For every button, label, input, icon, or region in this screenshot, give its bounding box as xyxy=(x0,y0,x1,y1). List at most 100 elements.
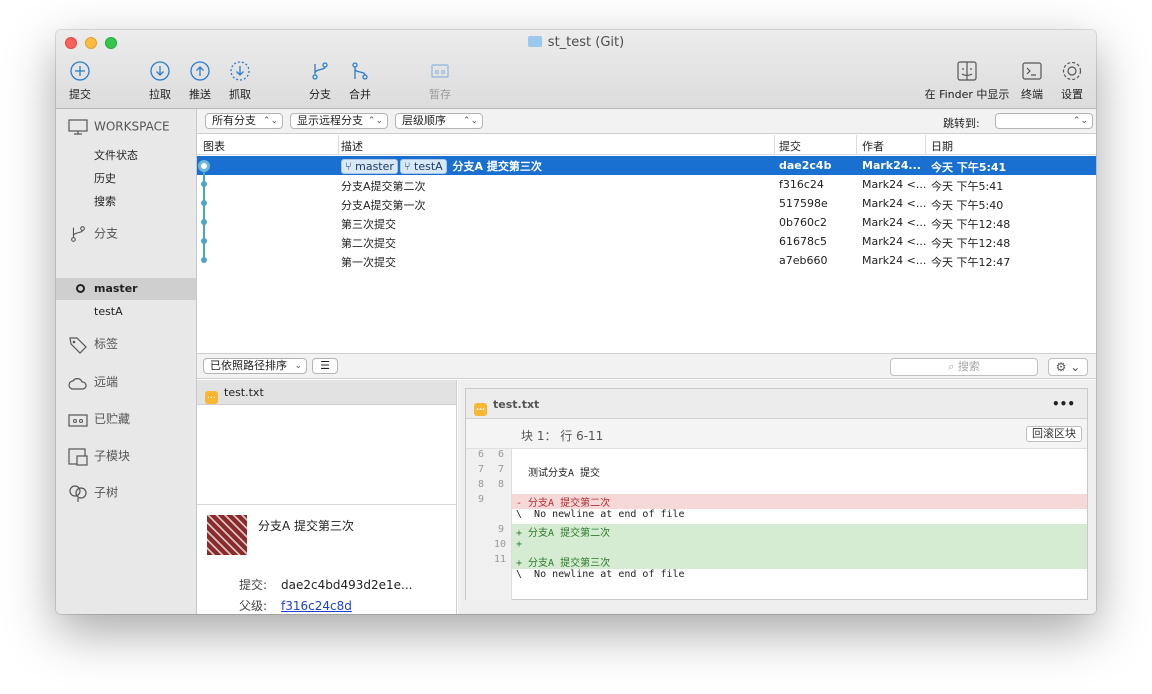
order-select[interactable]: 层级顺序 ⌃⌄ xyxy=(395,113,483,129)
tag-icon xyxy=(69,336,87,354)
commit-date: 今天 下午5:40 xyxy=(931,199,1004,212)
table-row[interactable]: ⑂ master ⑂ testA 分支A 提交第三次 dae2c4b Mark24… xyxy=(197,156,1096,175)
jump-to-label: 跳转到: xyxy=(943,117,980,130)
commit-button[interactable]: 提交 xyxy=(68,60,92,102)
table-row[interactable]: 第二次提交 61678c5 Mark24 <... 今天 下午12:48 xyxy=(197,232,1096,251)
show-in-finder-button[interactable]: 在 Finder 中显示 xyxy=(922,60,1012,102)
cloud-icon xyxy=(68,377,87,390)
push-button[interactable]: 推送 xyxy=(188,60,212,102)
sidebar-item-file-status[interactable]: 文件状态 xyxy=(94,147,138,163)
commit-author: Mark24 <... xyxy=(862,216,926,229)
chevron-down-icon: ⌄ xyxy=(1070,360,1081,374)
sidebar-item-master[interactable]: master xyxy=(56,278,196,300)
commit-message: 分支A 提交第三次 xyxy=(258,519,355,533)
commit-date: 今天 下午12:48 xyxy=(931,218,1011,231)
merge-button[interactable]: 合并 xyxy=(348,60,372,102)
updown-chevron-icon: ⌃⌄ xyxy=(262,116,278,126)
commit-description: 分支A提交第一次 xyxy=(341,199,426,212)
arrow-up-circle-icon xyxy=(190,61,210,81)
window-title: st_test (Git) xyxy=(56,35,1096,50)
parent-row: 父级: f316c24c8d xyxy=(238,599,352,613)
search-icon: ⌕ xyxy=(948,360,958,373)
branch-filter-select[interactable]: 所有分支 ⌃⌄ xyxy=(205,113,283,129)
remote-branch-select[interactable]: 显示远程分支 ⌃⌄ xyxy=(290,113,388,129)
diff-line-deleted: 9- 分支A 提交第二次 xyxy=(477,494,611,509)
sidebar-section-submodules[interactable]: 子模块 xyxy=(68,447,130,466)
hunk-range: 块 1： 行 6-11 xyxy=(521,429,604,443)
hunk-header: 块 1： 行 6-11 回滚区块 xyxy=(466,419,1087,449)
column-divider xyxy=(856,135,857,155)
commit-description: 第一次提交 xyxy=(341,256,396,269)
pull-button[interactable]: 拉取 xyxy=(148,60,172,102)
search-input[interactable]: ⌕ 搜索 xyxy=(890,358,1038,376)
updown-chevron-icon: ⌃⌄ xyxy=(1072,116,1088,126)
fetch-button[interactable]: 抓取 xyxy=(228,60,252,102)
table-row[interactable]: 第一次提交 a7eb660 Mark24 <... 今天 下午12:47 xyxy=(197,251,1096,270)
sidebar-section-branches[interactable]: 分支 xyxy=(68,224,118,244)
rollback-hunk-button[interactable]: 回滚区块 xyxy=(1026,426,1082,442)
column-divider xyxy=(338,135,339,155)
file-toolbar: 已依照路径排序 ⌄ ☰ ⌕ 搜索 ⚙ ⌄ xyxy=(197,353,1096,379)
graph-node xyxy=(201,219,207,225)
stash-icon xyxy=(431,64,449,78)
sidebar-section-subtrees[interactable]: 子树 xyxy=(68,483,118,503)
sidebar-item-testa[interactable]: testA xyxy=(94,305,123,318)
updown-chevron-icon: ⌃⌄ xyxy=(367,116,383,126)
commit-author: Mark24 <... xyxy=(862,197,926,210)
column-divider xyxy=(774,135,775,155)
diff-line: \ No newline at end of file xyxy=(516,509,685,520)
diff-line-added: 11 + 分支A 提交第三次 xyxy=(494,554,611,569)
monitor-icon xyxy=(68,119,88,135)
sidebar-section-stashes[interactable]: 已贮藏 xyxy=(68,410,130,428)
more-options-button[interactable]: ••• xyxy=(1052,397,1075,411)
branch-icon xyxy=(71,226,85,242)
commit-hash: f316c24 xyxy=(779,178,824,191)
sidebar-item-search[interactable]: 搜索 xyxy=(94,193,116,209)
table-row[interactable]: 第三次提交 0b760c2 Mark24 <... 今天 下午12:48 xyxy=(197,213,1096,232)
branch-button[interactable]: 分支 xyxy=(308,60,332,102)
parent-commit-link[interactable]: f316c24c8d xyxy=(281,599,352,613)
jump-to-select[interactable]: ⌃⌄ xyxy=(995,113,1093,129)
finder-icon xyxy=(957,61,977,81)
column-author[interactable]: 作者 xyxy=(862,138,884,154)
stash-button[interactable]: 暂存 xyxy=(428,60,452,102)
list-icon: ☰ xyxy=(320,359,330,372)
folder-icon xyxy=(527,36,542,47)
diff-line: 7 7 测试分支A 提交 xyxy=(477,464,601,479)
commit-hash: 517598e xyxy=(779,197,828,210)
stash-icon xyxy=(68,413,88,427)
commit-hash: a7eb660 xyxy=(779,254,828,267)
toolbar: st_test (Git) 提交 拉取 推送 抓取 分支 合并 暂存 在 Fin… xyxy=(56,30,1096,109)
sidebar-section-remotes[interactable]: 远端 xyxy=(68,373,118,390)
branch-tag: ⑂ testA xyxy=(399,159,447,174)
options-button[interactable]: ⚙ ⌄ xyxy=(1048,358,1088,376)
column-commit[interactable]: 提交 xyxy=(779,138,801,154)
commit-author: Mark24 <... xyxy=(862,235,926,248)
sidebar-item-history[interactable]: 历史 xyxy=(94,170,116,186)
filter-bar: 所有分支 ⌃⌄ 显示远程分支 ⌃⌄ 层级顺序 ⌃⌄ 跳转到: ⌃⌄ xyxy=(197,109,1096,134)
diff-panel: … test.txt ••• 块 1： 行 6-11 回滚区块 66 7 7 测试分支… xyxy=(458,380,1096,614)
commit-author: Mark24... xyxy=(862,159,921,172)
commit-date: 今天 下午5:41 xyxy=(931,161,1007,174)
column-date[interactable]: 日期 xyxy=(931,138,953,154)
sidebar-section-workspace[interactable]: WORKSPACE xyxy=(68,119,170,135)
file-row[interactable]: … test.txt xyxy=(197,380,456,405)
terminal-button[interactable]: 终端 xyxy=(1019,60,1045,102)
arrow-down-circle-icon xyxy=(150,61,170,81)
branch-tag: ⑂ master xyxy=(341,159,398,174)
diff-line: 88 xyxy=(477,479,504,490)
commit-hash: 61678c5 xyxy=(779,235,828,248)
settings-button[interactable]: 设置 xyxy=(1060,60,1084,102)
sidebar-section-tags[interactable]: 标签 xyxy=(68,335,118,354)
graph-node-head xyxy=(198,160,210,172)
submodule-icon xyxy=(68,447,88,466)
list-view-button[interactable]: ☰ xyxy=(312,358,338,374)
commit-id-row: 提交: dae2c4bd493d2e1e... xyxy=(238,578,413,592)
table-row[interactable]: 分支A提交第二次 f316c24 Mark24 <... 今天 下午5:41 xyxy=(197,175,1096,194)
sort-select[interactable]: 已依照路径排序 ⌄ xyxy=(203,358,307,374)
column-description[interactable]: 描述 xyxy=(341,138,363,154)
branch-icon xyxy=(312,62,328,80)
column-graph[interactable]: 图表 xyxy=(203,138,225,154)
table-row[interactable]: 分支A提交第一次 517598e Mark24 <... 今天 下午5:40 xyxy=(197,194,1096,213)
column-divider xyxy=(925,135,926,155)
